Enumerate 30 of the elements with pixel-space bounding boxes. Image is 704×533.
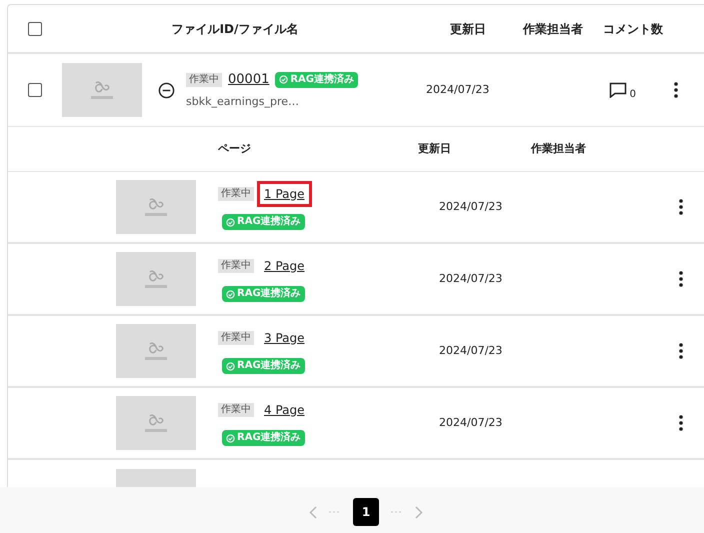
- page-link[interactable]: 1 Page: [257, 180, 312, 206]
- rag-badge: RAG連携済み: [222, 430, 305, 446]
- page-number-button[interactable]: 1: [353, 498, 379, 526]
- status-tag: 作業中: [218, 330, 254, 344]
- page-link[interactable]: 4 Page: [257, 396, 312, 422]
- rag-badge: RAG連携済み: [222, 286, 305, 302]
- rag-badge: RAG連携済み: [275, 72, 358, 88]
- date-text: 2024/07/23: [439, 270, 504, 287]
- column-header: 更新日: [450, 22, 486, 36]
- comment-count: 0: [630, 88, 636, 102]
- column-header: コメント数: [603, 22, 663, 36]
- status-tag: 作業中: [186, 72, 222, 87]
- column-header: ファイルID/ファイル名: [172, 22, 298, 36]
- column-header: 更新日: [418, 140, 452, 157]
- column-header: 作業担当者: [523, 22, 583, 36]
- date-text: 2024/07/23: [426, 82, 490, 98]
- column-header: ページ: [218, 140, 252, 157]
- rag-badge: RAG連携済み: [222, 214, 305, 230]
- page-link[interactable]: 3 Page: [257, 324, 312, 350]
- file-name: sbkk_earnings_pre…: [186, 94, 300, 110]
- status-tag: 作業中: [218, 258, 254, 272]
- status-tag: 作業中: [218, 186, 254, 200]
- column-header: 作業担当者: [531, 140, 586, 157]
- rag-badge: RAG連携済み: [222, 358, 305, 374]
- date-text: 2024/07/23: [439, 198, 504, 215]
- date-text: 2024/07/23: [439, 342, 504, 359]
- date-text: 2024/07/23: [439, 414, 504, 431]
- page-link[interactable]: 2 Page: [257, 252, 312, 278]
- file-id-link[interactable]: 00001: [228, 70, 270, 90]
- status-tag: 作業中: [218, 402, 254, 416]
